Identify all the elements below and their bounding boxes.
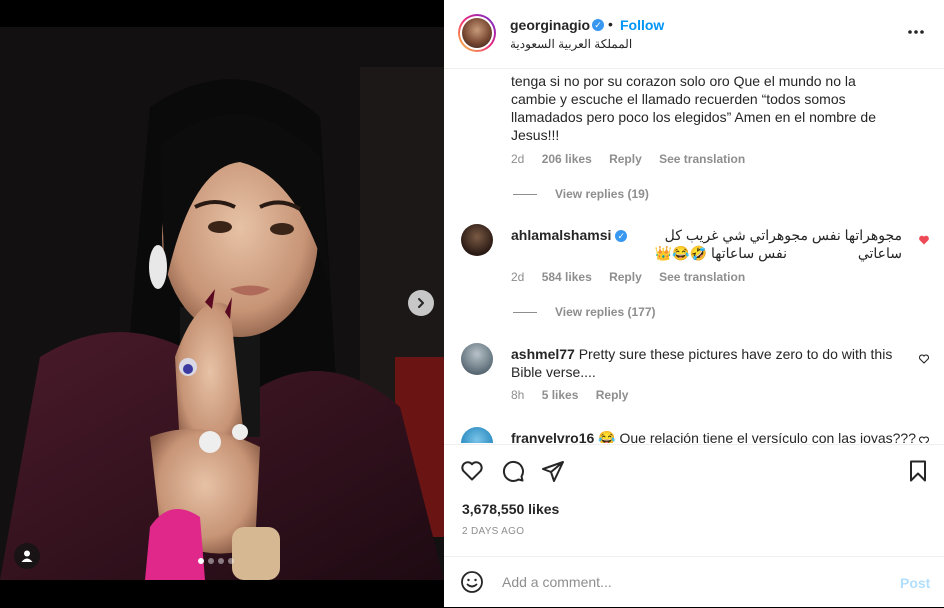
post-location[interactable]: المملكة العربية السعودية [510,37,632,51]
comment-time[interactable]: 8h [511,388,524,402]
post-actions [444,444,944,495]
comment-input[interactable] [500,573,864,591]
tagged-users-button[interactable] [14,543,40,569]
comment-avatar[interactable] [461,224,493,256]
view-replies-line [513,312,537,313]
comment-icon[interactable] [501,459,525,483]
comment-text-line: Pretty sure these pictures have zero to … [578,346,893,362]
comment-text-line: cambie y escuche el llamado recuerden “t… [511,91,846,107]
comment-meta: 2d 584 likes Reply See translation [511,270,759,284]
post-media [0,0,444,607]
chevron-right-icon [418,298,424,308]
add-comment-bar: Post [444,556,944,608]
comment-text-line: نفس ساعاتها 🤣😂👑 [654,245,787,261]
verified-badge-icon: ✓ [592,19,604,31]
comment-text-line: tenga si no por su corazon solo oro Que … [511,73,856,89]
reply-button[interactable]: Reply [609,152,642,166]
reply-button[interactable]: Reply [609,270,642,284]
avatar[interactable] [458,14,496,52]
comment-username[interactable]: franvelvro16 [511,430,594,443]
avatar-image [462,18,492,48]
post-comment-button[interactable]: Post [900,575,930,591]
comment-username[interactable]: ashmel77 [511,346,575,362]
comment-meta: 8h 5 likes Reply [511,388,642,402]
heart-icon[interactable] [918,353,930,365]
bookmark-icon[interactable] [906,459,930,483]
post-photo[interactable] [0,27,444,580]
comment-likes[interactable]: 584 likes [542,270,592,284]
like-heart-icon[interactable] [460,459,484,483]
post-header: georginagio ✓ • Follow المملكة العربية ا… [444,0,944,69]
reply-button[interactable]: Reply [596,388,629,402]
comment-meta: 2d 206 likes Reply See translation [511,152,759,166]
carousel-dot [198,558,204,564]
comment-avatar[interactable] [461,343,493,375]
user-icon [21,550,33,562]
comment-time[interactable]: 2d [511,152,524,166]
share-icon[interactable] [541,459,565,483]
see-translation-button[interactable]: See translation [659,270,745,284]
comment-text-line: 😂 Que relación tiene el versículo con la… [598,430,916,443]
comment-text-line: Jesus!!! [511,127,560,143]
comment-likes[interactable]: 5 likes [542,388,579,402]
header-separator: • [608,16,613,32]
follow-button[interactable]: Follow [620,17,664,33]
post-username[interactable]: georginagio [510,17,590,33]
carousel-dots [198,558,234,564]
post-sidebar: georginagio ✓ • Follow المملكة العربية ا… [444,0,944,607]
view-replies-button[interactable]: View replies (19) [555,187,649,201]
likes-count[interactable]: 3,678,550 likes [462,501,559,517]
photo-illustration [0,27,444,580]
comment-time[interactable]: 2d [511,270,524,284]
comment-body: ashmel77 Pretty sure these pictures have… [511,345,892,363]
comment-body: franvelvro16 😂 Que relación tiene el ver… [511,429,916,443]
view-replies-line [513,194,537,195]
comment-body: ahlamalshamsi ✓ [511,226,628,244]
see-translation-button[interactable]: See translation [659,152,745,166]
heart-icon[interactable] [918,435,930,443]
liked-heart-icon[interactable] [918,234,930,246]
comments-list[interactable]: tenga si no por su corazon solo oro Que … [444,69,944,443]
comment-text-line: Bible verse.... [511,364,596,380]
verified-badge-icon: ✓ [615,230,628,243]
comment-likes[interactable]: 206 likes [542,152,592,166]
comment-text-line: llamadados pero poco los elegidos” Amen … [511,109,877,125]
carousel-dot [218,558,224,564]
more-options-icon[interactable] [906,22,926,42]
emoji-icon[interactable] [460,570,484,594]
view-replies-button[interactable]: View replies (177) [555,305,656,319]
post-date[interactable]: 2 DAYS AGO [462,526,524,537]
carousel-dot [208,558,214,564]
comment-avatar[interactable] [461,427,493,443]
comment-username[interactable]: ahlamalshamsi [511,227,611,243]
next-photo-button[interactable] [408,290,434,316]
carousel-dot [228,558,234,564]
